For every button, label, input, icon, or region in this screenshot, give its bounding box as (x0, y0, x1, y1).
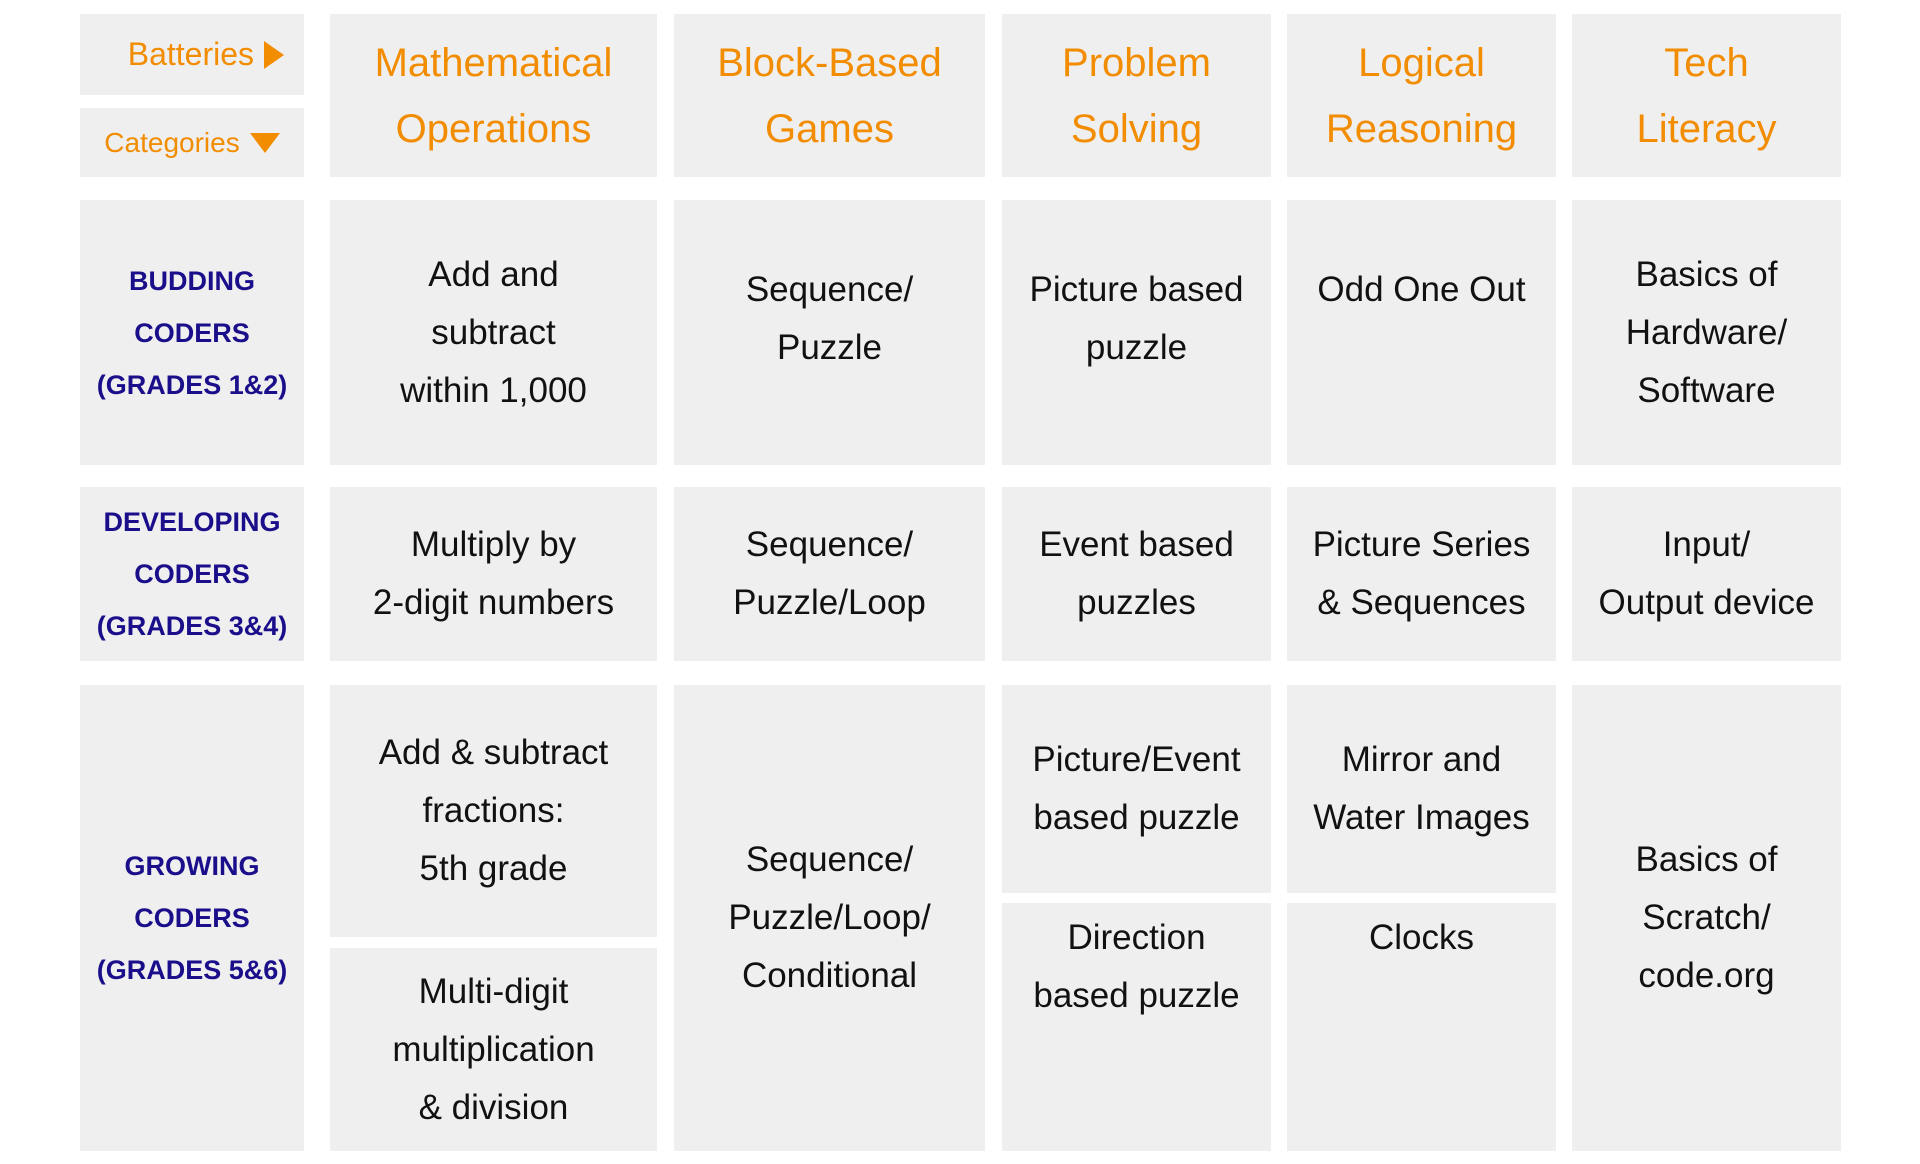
column-header-tech: Tech Literacy (1572, 14, 1841, 177)
cell-growing-logical-clocks: Clocks (1287, 903, 1556, 1151)
cell-budding-tech: Basics of Hardware/ Software (1572, 200, 1841, 465)
batteries-header: Batteries (80, 14, 304, 95)
row-label-budding: BUDDING CODERS (GRADES 1&2) (80, 200, 304, 465)
cell-budding-problem: Picture based puzzle (1002, 200, 1271, 465)
column-header-block: Block-Based Games (674, 14, 985, 177)
cell-growing-logical-mirror: Mirror and Water Images (1287, 685, 1556, 893)
batteries-label: Batteries (127, 36, 254, 72)
column-header-math: Mathematical Operations (330, 14, 657, 177)
cell-growing-math-fractions: Add & subtract fractions: 5th grade (330, 685, 657, 937)
cell-developing-tech: Input/ Output device (1572, 487, 1841, 661)
cell-budding-logical: Odd One Out (1287, 200, 1556, 465)
cell-growing-problem-picture-event: Picture/Event based puzzle (1002, 685, 1271, 893)
categories-header: Categories (80, 108, 304, 177)
cell-developing-block: Sequence/ Puzzle/Loop (674, 487, 985, 661)
cell-growing-block: Sequence/ Puzzle/Loop/ Conditional (674, 685, 985, 1151)
row-label-growing: GROWING CODERS (GRADES 5&6) (80, 685, 304, 1151)
cell-developing-math: Multiply by 2-digit numbers (330, 487, 657, 661)
triangle-down-icon (249, 132, 280, 153)
categories-label: Categories (104, 126, 240, 158)
cell-growing-tech: Basics of Scratch/ code.org (1572, 685, 1841, 1151)
cell-developing-logical: Picture Series & Sequences (1287, 487, 1556, 661)
row-label-developing: DEVELOPING CODERS (GRADES 3&4) (80, 487, 304, 661)
cell-developing-problem: Event based puzzles (1002, 487, 1271, 661)
cell-budding-math: Add and subtract within 1,000 (330, 200, 657, 465)
column-header-problem: Problem Solving (1002, 14, 1271, 177)
cell-budding-block: Sequence/ Puzzle (674, 200, 985, 465)
cell-growing-math-multiplication: Multi-digit multiplication & division (330, 948, 657, 1151)
cell-growing-problem-direction: Direction based puzzle (1002, 903, 1271, 1151)
column-header-logical: Logical Reasoning (1287, 14, 1556, 177)
triangle-right-icon (264, 40, 284, 69)
